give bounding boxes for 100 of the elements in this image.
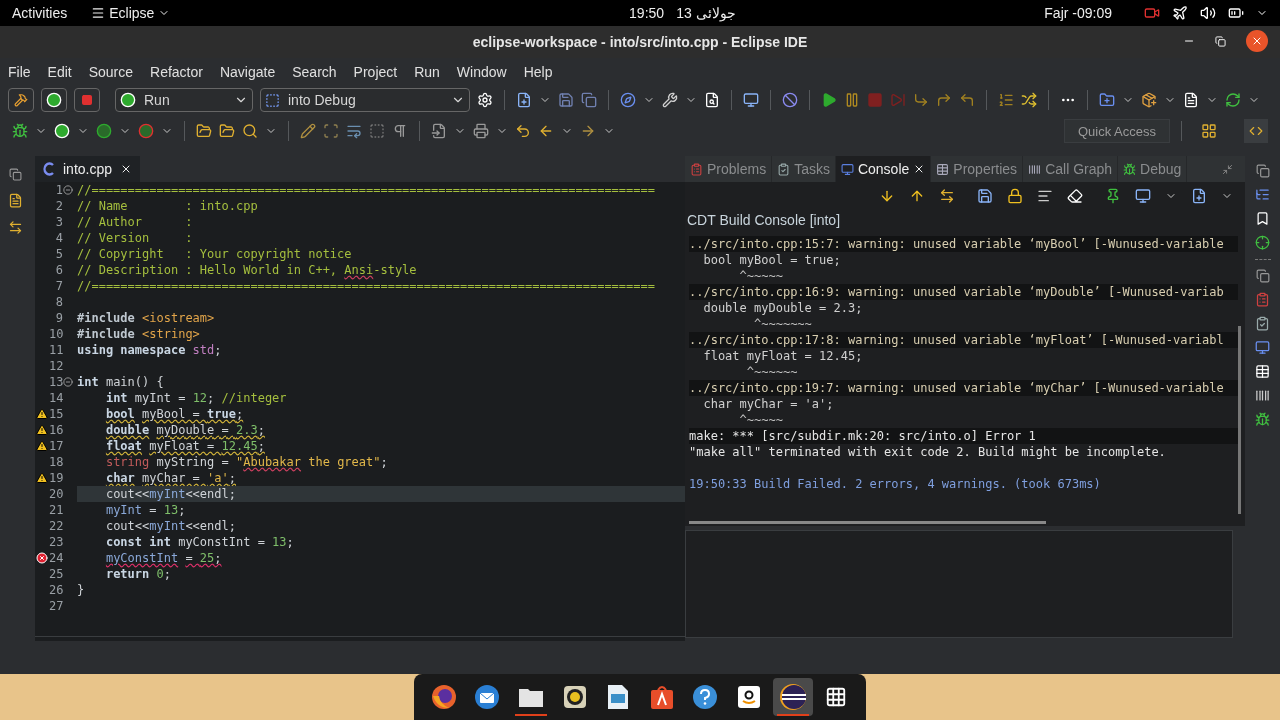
- restore-icon[interactable]: [1215, 35, 1226, 47]
- monitor-icon[interactable]: [1255, 340, 1270, 355]
- compass-icon[interactable]: [620, 92, 636, 108]
- mail-icon[interactable]: [474, 684, 501, 710]
- menu-item[interactable]: Window: [456, 61, 507, 83]
- restore-icon[interactable]: [8, 168, 22, 181]
- pause-icon[interactable]: [844, 92, 860, 108]
- view-tab[interactable]: Tasks: [772, 156, 836, 182]
- file-search-icon[interactable]: [704, 92, 720, 108]
- save-icon[interactable]: [977, 188, 993, 204]
- save-all-icon[interactable]: [581, 92, 597, 108]
- perspective-button[interactable]: [1244, 119, 1268, 143]
- folder-icon[interactable]: [518, 686, 544, 708]
- menu-item[interactable]: Run: [414, 61, 440, 83]
- crosshair-icon[interactable]: [1255, 235, 1270, 250]
- bug-icon[interactable]: [12, 123, 28, 139]
- swap-icon[interactable]: [939, 188, 955, 204]
- pencil-icon[interactable]: [300, 123, 316, 139]
- open-file-icon[interactable]: [219, 123, 235, 139]
- forward-icon[interactable]: [580, 123, 596, 139]
- coverage-icon[interactable]: [96, 123, 112, 139]
- step-into-icon[interactable]: [913, 92, 929, 108]
- resume-icon[interactable]: [821, 92, 837, 108]
- menu-item[interactable]: Project: [353, 61, 398, 83]
- search-icon[interactable]: [242, 123, 258, 139]
- menu-item[interactable]: Search: [292, 61, 337, 83]
- wrench-icon[interactable]: [662, 92, 678, 108]
- menu-item[interactable]: Navigate: [219, 61, 276, 83]
- speaker-icon[interactable]: [562, 685, 587, 709]
- globe-icon[interactable]: [430, 684, 457, 710]
- file-icon[interactable]: [1183, 92, 1199, 108]
- menu-item[interactable]: Help: [523, 61, 553, 83]
- striped-circle-icon[interactable]: [778, 683, 807, 711]
- clipboard-icon[interactable]: [1255, 316, 1270, 331]
- menu-item[interactable]: Refactor: [150, 61, 203, 83]
- new-file-icon[interactable]: [516, 92, 532, 108]
- step-return-icon[interactable]: [959, 92, 975, 108]
- arrow-up-icon[interactable]: [909, 188, 925, 204]
- bug-icon[interactable]: [1255, 412, 1270, 427]
- fold-icon[interactable]: [63, 185, 73, 195]
- airplane-icon[interactable]: [1172, 5, 1188, 21]
- volume-icon[interactable]: [1200, 5, 1216, 21]
- pin-icon[interactable]: [1105, 188, 1121, 204]
- monitor-icon[interactable]: [1135, 188, 1151, 204]
- editor-tab[interactable]: into.cpp: [35, 156, 141, 182]
- view-tab[interactable]: Problems: [685, 156, 773, 182]
- menu-item[interactable]: Edit: [47, 61, 72, 83]
- scan-icon[interactable]: [323, 123, 339, 139]
- lock-icon[interactable]: [1007, 188, 1023, 204]
- arrow-down-icon[interactable]: [879, 188, 895, 204]
- align-left-icon[interactable]: [1037, 188, 1053, 204]
- pilcrow-icon[interactable]: [392, 123, 408, 139]
- back-icon[interactable]: [538, 123, 554, 139]
- settings-icon[interactable]: [477, 92, 493, 108]
- open-perspective-icon[interactable]: [1201, 123, 1217, 139]
- outline-icon[interactable]: [1255, 187, 1270, 202]
- date[interactable]: 13 جولائی: [676, 2, 736, 24]
- minimize-icon[interactable]: [1222, 163, 1233, 175]
- restore-icon[interactable]: [1255, 269, 1270, 283]
- document-icon[interactable]: [607, 684, 630, 710]
- menu-item[interactable]: File: [8, 61, 31, 83]
- restore-icon[interactable]: [1255, 164, 1270, 178]
- battery-icon[interactable]: [1228, 5, 1244, 21]
- printer-icon[interactable]: [473, 123, 489, 139]
- shopping-bag-icon[interactable]: [649, 684, 674, 710]
- new-folder-icon[interactable]: [1099, 92, 1115, 108]
- new-package-icon[interactable]: [1141, 92, 1157, 108]
- quick-access-field[interactable]: Quick Access: [1064, 119, 1170, 143]
- problems-icon[interactable]: [1255, 292, 1270, 307]
- list-icon[interactable]: [998, 92, 1014, 108]
- file-icon[interactable]: [7, 193, 23, 208]
- dock-item[interactable]: [772, 678, 813, 716]
- bookmark-icon[interactable]: [1255, 211, 1270, 226]
- wrap-icon[interactable]: [346, 123, 362, 139]
- swap-icon[interactable]: [7, 220, 23, 235]
- view-tab[interactable]: Debug: [1118, 156, 1188, 182]
- refresh-icon[interactable]: [1225, 92, 1241, 108]
- new-console-icon[interactable]: [1191, 188, 1207, 204]
- run-icon[interactable]: [54, 123, 70, 139]
- table-icon[interactable]: [1255, 364, 1270, 379]
- build-button[interactable]: [8, 88, 34, 112]
- prayer-time[interactable]: Fajr -09:09: [1044, 2, 1112, 24]
- barcode-icon[interactable]: [1255, 388, 1270, 403]
- step-over-icon[interactable]: [936, 92, 952, 108]
- activities-button[interactable]: Activities: [12, 2, 68, 24]
- view-tab[interactable]: Properties: [931, 156, 1024, 182]
- eraser-icon[interactable]: [1067, 188, 1083, 204]
- shuffle-icon[interactable]: [1021, 92, 1037, 108]
- camera-icon[interactable]: [1144, 5, 1160, 21]
- last-edit-icon[interactable]: [515, 123, 531, 139]
- open-folder-icon[interactable]: [196, 123, 212, 139]
- menu-item[interactable]: Source: [88, 61, 134, 83]
- stop-button[interactable]: [74, 88, 100, 112]
- run-button[interactable]: [41, 88, 67, 112]
- save-icon[interactable]: [558, 92, 574, 108]
- close-button[interactable]: [1246, 30, 1268, 52]
- horizontal-scrollbar[interactable]: [689, 520, 1046, 524]
- clock[interactable]: 19:50: [629, 2, 665, 24]
- launch-mode-select[interactable]: Run: [115, 88, 253, 112]
- app-grid-icon[interactable]: [825, 686, 848, 708]
